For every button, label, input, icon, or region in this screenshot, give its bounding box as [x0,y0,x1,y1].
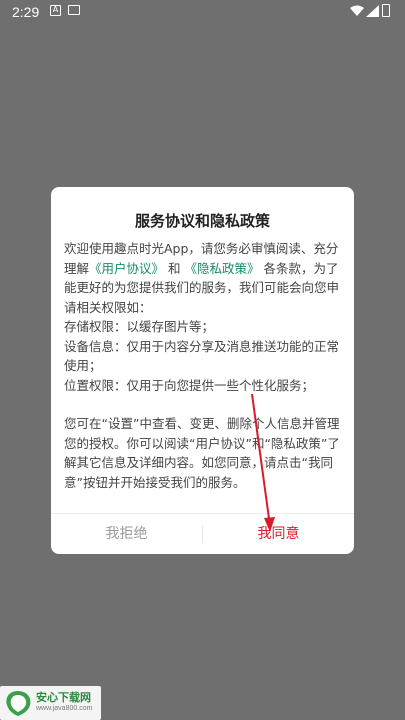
and-text: 和 [168,260,181,276]
watermark: 安心下载网 www.java800.com [0,686,101,720]
perm-location: 位置权限：仅用于向您提供一些个性化服务； [64,377,315,393]
notification-image-icon [68,5,80,15]
refuse-button[interactable]: 我拒绝 [51,514,202,554]
battery-icon [382,4,390,17]
status-bar: 2:29 A [0,0,405,24]
wifi-icon [350,5,364,16]
privacy-dialog: 服务协议和隐私政策 欢迎使用趣点时光App，请您务必审慎阅读、充分理解《用户协议… [51,187,354,554]
intro-paragraph: 欢迎使用趣点时光App，请您务必审慎阅读、充分理解《用户协议》 和 《隐私政策》… [64,239,346,317]
watermark-name: 安心下载网 [36,691,91,704]
dialog-body: 欢迎使用趣点时光App，请您务必审慎阅读、充分理解《用户协议》 和 《隐私政策》… [64,239,346,492]
signal-icon [366,5,379,17]
watermark-logo-icon [6,691,31,716]
watermark-url: www.java800.com [36,705,93,712]
status-time: 2:29 [12,4,40,20]
dialog-title: 服务协议和隐私政策 [134,212,270,230]
agree-button[interactable]: 我同意 [203,514,354,554]
privacy-policy-link[interactable]: 《隐私政策》 [185,261,260,276]
note-paragraph: 您可在“设置”中查看、变更、删除个人信息并管理您的授权。你可以阅读“用户协议”和… [64,416,340,490]
user-agreement-link[interactable]: 《用户协议》 [89,261,164,276]
perm-storage: 存储权限：以缓存图片等； [64,319,215,334]
notification-a-icon: A [50,5,61,16]
perm-device: 设备信息：仅用于内容分享及消息推送功能的正常使用； [64,338,340,374]
